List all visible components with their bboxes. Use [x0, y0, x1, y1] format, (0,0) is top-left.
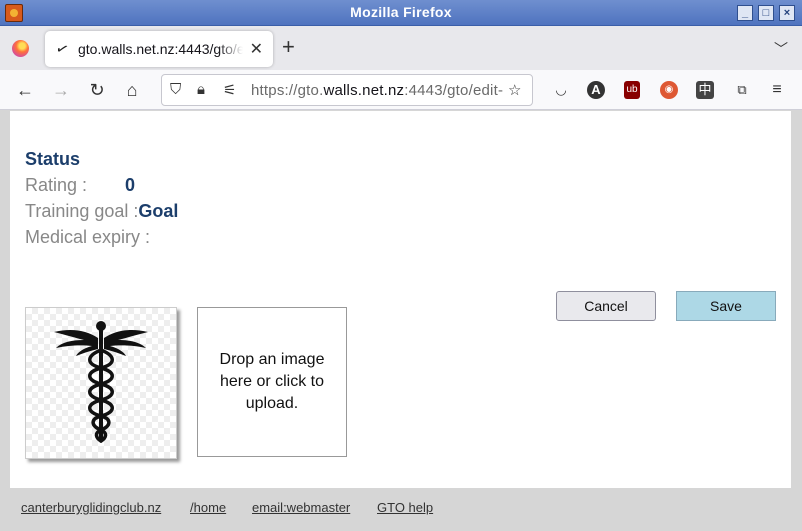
tab-bar: ✓ gto.walls.net.nz:4443/gto/edit-member … [0, 26, 802, 70]
lock-icon[interactable]: 🔒︎ [197, 81, 205, 98]
glider-favicon-icon: ✓ [53, 39, 71, 60]
pocket-icon[interactable]: ◡ [551, 80, 571, 100]
rating-row: Rating : 0 [25, 175, 135, 196]
page-footer: canterburyglidingclub.nz /home email:web… [0, 488, 802, 531]
medical-expiry-label: Medical expiry : [25, 227, 151, 247]
medical-image[interactable] [25, 307, 177, 459]
url-text[interactable]: https://gto.walls.net.nz:4443/gto/edit-m… [251, 82, 503, 99]
ublock-icon[interactable]: ub [624, 81, 640, 99]
new-tab-button[interactable]: + [282, 36, 295, 58]
navigation-bar: ← → ↻ ⌂ ⛉ 🔒︎ ⚟ https://gto.walls.net.nz:… [0, 70, 802, 110]
cancel-button[interactable]: Cancel [556, 291, 656, 321]
list-all-tabs-icon[interactable]: ﹀ [774, 39, 788, 59]
tab-active[interactable]: ✓ gto.walls.net.nz:4443/gto/edit-member … [45, 31, 273, 67]
tab-title: gto.walls.net.nz:4443/gto/edit-member [78, 41, 243, 57]
home-button[interactable]: ⌂ [121, 79, 143, 101]
status-heading: Status [25, 149, 81, 169]
upload-instructions: Drop an image here or click to upload. [219, 351, 325, 412]
back-button[interactable]: ← [14, 79, 36, 101]
training-goal-label: Training goal : [25, 201, 139, 221]
window-title: Mozilla Firefox [350, 4, 452, 20]
footer-link-help[interactable]: GTO help [377, 500, 433, 515]
url-bar[interactable]: ⛉ 🔒︎ ⚟ https://gto.walls.net.nz:4443/gto… [161, 74, 533, 106]
window-titlebar: Mozilla Firefox _ □ × [0, 0, 802, 26]
maximize-button[interactable]: □ [758, 5, 774, 21]
duckduckgo-icon[interactable]: ◉ [660, 81, 678, 99]
footer-link-email[interactable]: email:webmaster [252, 500, 350, 515]
rating-value: 0 [125, 175, 136, 195]
tab-close-icon[interactable]: ✕ [250, 39, 263, 59]
rating-label: Rating : [25, 175, 88, 195]
close-window-button[interactable]: × [779, 5, 795, 21]
footer-link-club[interactable]: canterburyglidingclub.nz [21, 500, 161, 515]
extensions-icon[interactable]: ⧉ [732, 80, 752, 100]
image-upload-dropzone[interactable]: Drop an image here or click to upload. [197, 307, 347, 457]
caduceus-icon [54, 321, 148, 443]
footer-link-home[interactable]: /home [190, 500, 226, 515]
training-goal-value[interactable]: Goal [138, 201, 178, 221]
firefox-view-icon[interactable] [12, 40, 29, 57]
reload-button[interactable]: ↻ [86, 79, 108, 101]
menu-icon[interactable]: ≡ [767, 80, 787, 100]
page-content: Status Rating : 0 Training goal :Goal Me… [10, 111, 791, 488]
save-button[interactable]: Save [676, 291, 776, 321]
training-goal-row: Training goal :Goal [25, 201, 178, 222]
translate-icon[interactable]: 中 [696, 81, 714, 99]
account-icon[interactable]: A [587, 81, 605, 99]
forward-button[interactable]: → [50, 79, 72, 101]
minimize-button[interactable]: _ [737, 5, 753, 21]
shield-icon[interactable]: ⛉ [170, 81, 181, 98]
medical-expiry-row: Medical expiry : [25, 227, 150, 248]
permissions-icon[interactable]: ⚟ [223, 81, 236, 99]
bookmark-star-icon[interactable]: ☆ [508, 81, 521, 99]
